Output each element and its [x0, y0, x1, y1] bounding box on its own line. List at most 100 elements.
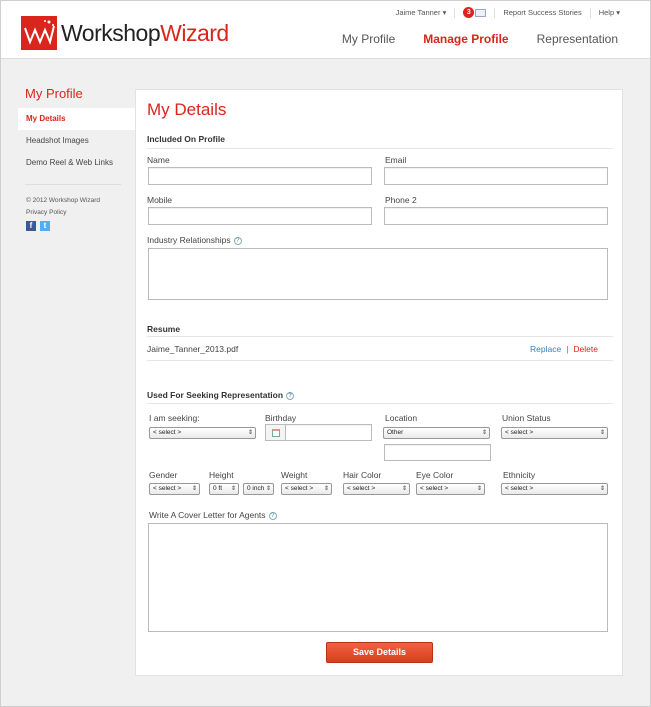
seeking-select[interactable]: < select > ⇕	[149, 427, 256, 439]
union-status-label: Union Status	[502, 413, 551, 423]
logo-text: WorkshopWizard	[61, 20, 229, 47]
chevron-updown-icon: ⇕	[323, 486, 329, 492]
help-icon[interactable]: ?	[233, 236, 242, 245]
height-inch-value: 0 inch	[247, 485, 265, 492]
chevron-updown-icon: ⇕	[265, 486, 271, 492]
sidebar-title: My Profile	[25, 86, 83, 101]
help-icon[interactable]: ?	[286, 391, 295, 400]
sidebar-item-my-details[interactable]: My Details	[18, 108, 135, 130]
section-seeking-heading-row: Used For Seeking Representation?	[147, 390, 295, 400]
nav-manage-profile[interactable]: Manage Profile	[423, 32, 508, 46]
mobile-field[interactable]	[148, 207, 372, 225]
gender-label: Gender	[149, 470, 178, 480]
ethnicity-select[interactable]: < select > ⇕	[501, 483, 608, 495]
union-status-select[interactable]: < select > ⇕	[501, 427, 608, 439]
copyright-text: © 2012 Workshop Wizard	[26, 197, 101, 204]
hair-color-select-value: < select >	[347, 485, 376, 492]
main-nav: My Profile Manage Profile Representation	[314, 32, 618, 46]
height-feet-select[interactable]: 0 ft ⇕	[209, 483, 239, 495]
logo-word-wizard: Wizard	[160, 19, 229, 46]
message-count-badge: 3	[463, 7, 475, 18]
calendar-button[interactable]	[265, 424, 286, 441]
sidebar-divider	[25, 184, 121, 185]
save-details-button[interactable]: Save Details	[326, 642, 433, 663]
sidebar-item-headshot-images[interactable]: Headshot Images	[18, 130, 135, 152]
divider	[147, 148, 613, 149]
eye-color-label: Eye Color	[416, 470, 454, 480]
phone2-label: Phone 2	[385, 195, 417, 205]
facebook-icon[interactable]: f	[26, 221, 36, 231]
chevron-updown-icon: ⇕	[191, 486, 197, 492]
envelope-icon	[475, 8, 487, 17]
seeking-label: I am seeking:	[149, 413, 200, 423]
divider	[147, 360, 613, 361]
email-field[interactable]	[384, 167, 608, 185]
divider	[147, 403, 613, 404]
header: WorkshopWizard Jaime Tanner ▾ 3 Report S…	[1, 1, 650, 59]
chevron-updown-icon: ⇕	[247, 430, 253, 436]
logo[interactable]: WorkshopWizard	[21, 15, 229, 51]
cover-letter-textarea[interactable]	[148, 523, 608, 632]
seeking-select-value: < select >	[153, 429, 182, 436]
privacy-policy-link[interactable]: Privacy Policy	[26, 207, 135, 219]
sidebar-footer: © 2012 Workshop Wizard Privacy Policy f …	[26, 195, 135, 231]
sidebar: My Profile My Details Headshot Images De…	[18, 86, 135, 231]
divider	[494, 7, 496, 18]
section-seeking-heading: Used For Seeking Representation	[147, 390, 284, 400]
chevron-updown-icon: ⇕	[599, 430, 605, 436]
report-success-link[interactable]: Report Success Stories	[503, 8, 581, 17]
delete-link[interactable]: Delete	[573, 344, 598, 354]
ethnicity-select-value: < select >	[505, 485, 534, 492]
location-other-field[interactable]	[384, 444, 491, 461]
weight-select[interactable]: < select > ⇕	[281, 483, 332, 495]
name-field[interactable]	[148, 167, 372, 185]
phone2-field[interactable]	[384, 207, 608, 225]
height-feet-value: 0 ft	[213, 485, 223, 492]
messages-button[interactable]: 3	[463, 7, 487, 18]
replace-link[interactable]: Replace	[530, 344, 561, 354]
top-utility-bar: Jaime Tanner ▾ 3 Report Success Stories …	[396, 7, 620, 18]
sidebar-item-demo-reel[interactable]: Demo Reel & Web Links	[18, 152, 135, 174]
height-label: Height	[209, 470, 234, 480]
email-label: Email	[385, 155, 407, 165]
logo-mark-icon	[21, 16, 57, 50]
help-icon[interactable]: ?	[268, 511, 277, 520]
twitter-icon[interactable]: t	[40, 221, 50, 231]
mobile-label: Mobile	[147, 195, 173, 205]
weight-label: Weight	[281, 470, 308, 480]
industry-label-row: Industry Relationships?	[147, 235, 242, 245]
chevron-updown-icon: ⇕	[401, 486, 407, 492]
divider	[147, 336, 613, 337]
help-menu[interactable]: Help ▾	[599, 8, 620, 17]
eye-color-select-value: < select >	[420, 485, 449, 492]
gender-select[interactable]: < select > ⇕	[149, 483, 200, 495]
calendar-icon	[271, 428, 280, 437]
action-divider: |	[566, 344, 569, 354]
name-label: Name	[147, 155, 170, 165]
page-title: My Details	[147, 100, 227, 119]
chevron-updown-icon: ⇕	[599, 486, 605, 492]
union-status-select-value: < select >	[505, 429, 534, 436]
cover-letter-label: Write A Cover Letter for Agents	[149, 510, 266, 520]
divider	[454, 7, 456, 18]
eye-color-select[interactable]: < select > ⇕	[416, 483, 485, 495]
hair-color-select[interactable]: < select > ⇕	[343, 483, 410, 495]
ethnicity-label: Ethnicity	[503, 470, 536, 480]
nav-my-profile[interactable]: My Profile	[342, 32, 395, 46]
nav-representation[interactable]: Representation	[537, 32, 618, 46]
industry-relationships-textarea[interactable]	[148, 248, 608, 300]
industry-label: Industry Relationships	[147, 235, 231, 245]
birthday-field[interactable]	[285, 424, 372, 441]
section-resume-heading: Resume	[147, 324, 181, 334]
chevron-updown-icon: ⇕	[230, 486, 236, 492]
location-select[interactable]: Other ⇕	[383, 427, 490, 439]
cover-letter-label-row: Write A Cover Letter for Agents?	[149, 510, 277, 520]
user-menu[interactable]: Jaime Tanner ▾	[396, 8, 447, 17]
chevron-updown-icon: ⇕	[476, 486, 482, 492]
logo-word-workshop: Workshop	[61, 19, 161, 46]
divider	[589, 7, 591, 18]
resume-filename[interactable]: Jaime_Tanner_2013.pdf	[147, 344, 238, 354]
height-inch-select[interactable]: 0 inch ⇕	[243, 483, 274, 495]
resume-actions: Replace | Delete	[530, 344, 598, 354]
gender-select-value: < select >	[153, 485, 182, 492]
